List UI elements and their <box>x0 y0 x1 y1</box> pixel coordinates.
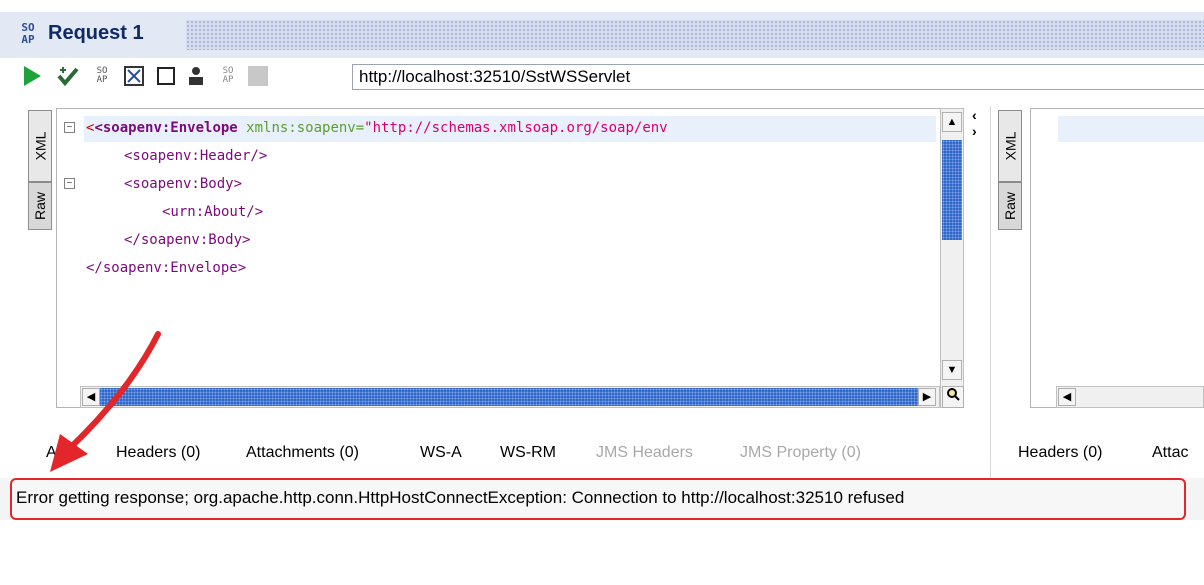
tab-ws-rm[interactable]: WS-RM <box>500 444 556 462</box>
response-scroll-left-icon[interactable]: ◀ <box>1058 388 1076 406</box>
tab-xml-label: XML <box>32 131 49 161</box>
response-tab-headers[interactable]: Headers (0) <box>1018 444 1102 462</box>
tab-jms-headers[interactable]: JMS Headers <box>596 444 693 462</box>
code-line-3: <soapenv:Body> <box>124 174 242 194</box>
code-line-4: <urn:About/> <box>162 202 263 222</box>
square-icon[interactable] <box>154 64 178 88</box>
collapse-right-icon[interactable]: › <box>972 124 977 138</box>
response-line-highlight <box>1058 116 1204 142</box>
soap-small-icon[interactable]: SO AP <box>216 64 240 88</box>
request-title: Request 1 <box>48 22 144 44</box>
title-bar-hatch <box>186 20 1204 50</box>
code-body-close-tag: </soapenv:Body> <box>124 232 251 248</box>
code-line-5: </soapenv:Body> <box>124 230 250 250</box>
scroll-down-icon[interactable]: ▼ <box>942 360 962 380</box>
fold-toggle-envelope[interactable]: − <box>64 122 75 133</box>
annotation-arrow-icon <box>50 331 161 472</box>
format-icon[interactable] <box>122 64 146 88</box>
fold-toggle-body[interactable]: − <box>64 178 75 189</box>
code-line-6: </soapenv:Envelope> <box>86 258 246 278</box>
stop-icon[interactable] <box>246 64 270 88</box>
response-tab-xml-label: XML <box>1002 131 1019 161</box>
code-about-tag: <urn:About/> <box>162 204 264 220</box>
response-tab-raw[interactable]: Raw <box>998 182 1022 230</box>
response-tab-attachments[interactable]: Attac <box>1152 444 1188 462</box>
search-icon[interactable] <box>942 386 964 408</box>
soap-icon[interactable]: SO AP <box>90 64 114 88</box>
code-xmlns-value: "http://schemas.xmlsoap.org/soap/env <box>364 120 668 136</box>
user-icon[interactable] <box>184 64 208 88</box>
response-tab-xml[interactable]: XML <box>998 110 1022 182</box>
code-xmlns-attr: xmlns:soapenv= <box>237 120 365 136</box>
endpoint-url-input[interactable] <box>352 64 1204 90</box>
tab-attachments[interactable]: Attachments (0) <box>246 444 359 462</box>
scroll-right-icon[interactable]: ▶ <box>918 388 936 406</box>
tab-ws-a[interactable]: WS-A <box>420 444 462 462</box>
response-editor[interactable] <box>1030 108 1204 408</box>
code-envelope-close-tag: </soapenv:Envelope> <box>86 260 247 276</box>
scroll-up-icon[interactable]: ▲ <box>942 112 962 132</box>
tab-raw-label: Raw <box>32 191 49 221</box>
panel-splitter[interactable] <box>968 106 991 486</box>
tab-xml[interactable]: XML <box>28 110 52 182</box>
code-body-tag: <soapenv:Body> <box>124 176 243 192</box>
vertical-scroll-thumb[interactable] <box>942 140 962 240</box>
code-header-tag: <soapenv:Header/> <box>124 148 268 164</box>
response-horizontal-scrollbar[interactable] <box>1056 386 1204 408</box>
tab-raw[interactable]: Raw <box>28 182 52 230</box>
horizontal-scroll-thumb[interactable] <box>100 388 920 406</box>
code-line-1: <<soapenv:Envelope xmlns:soapenv="http:/… <box>86 120 668 136</box>
soap-logo-icon: SO AP <box>21 21 35 46</box>
code-envelope-tag: <soapenv:Envelope <box>94 120 238 136</box>
error-message: Error getting response; org.apache.http.… <box>16 488 905 507</box>
tab-jms-property[interactable]: JMS Property (0) <box>740 444 861 462</box>
code-line-2: <soapenv:Header/> <box>124 146 267 166</box>
response-tab-raw-label: Raw <box>1002 191 1019 221</box>
play-icon[interactable] <box>20 64 44 88</box>
check-icon[interactable] <box>56 64 80 88</box>
collapse-left-icon[interactable]: ‹ <box>972 108 977 122</box>
